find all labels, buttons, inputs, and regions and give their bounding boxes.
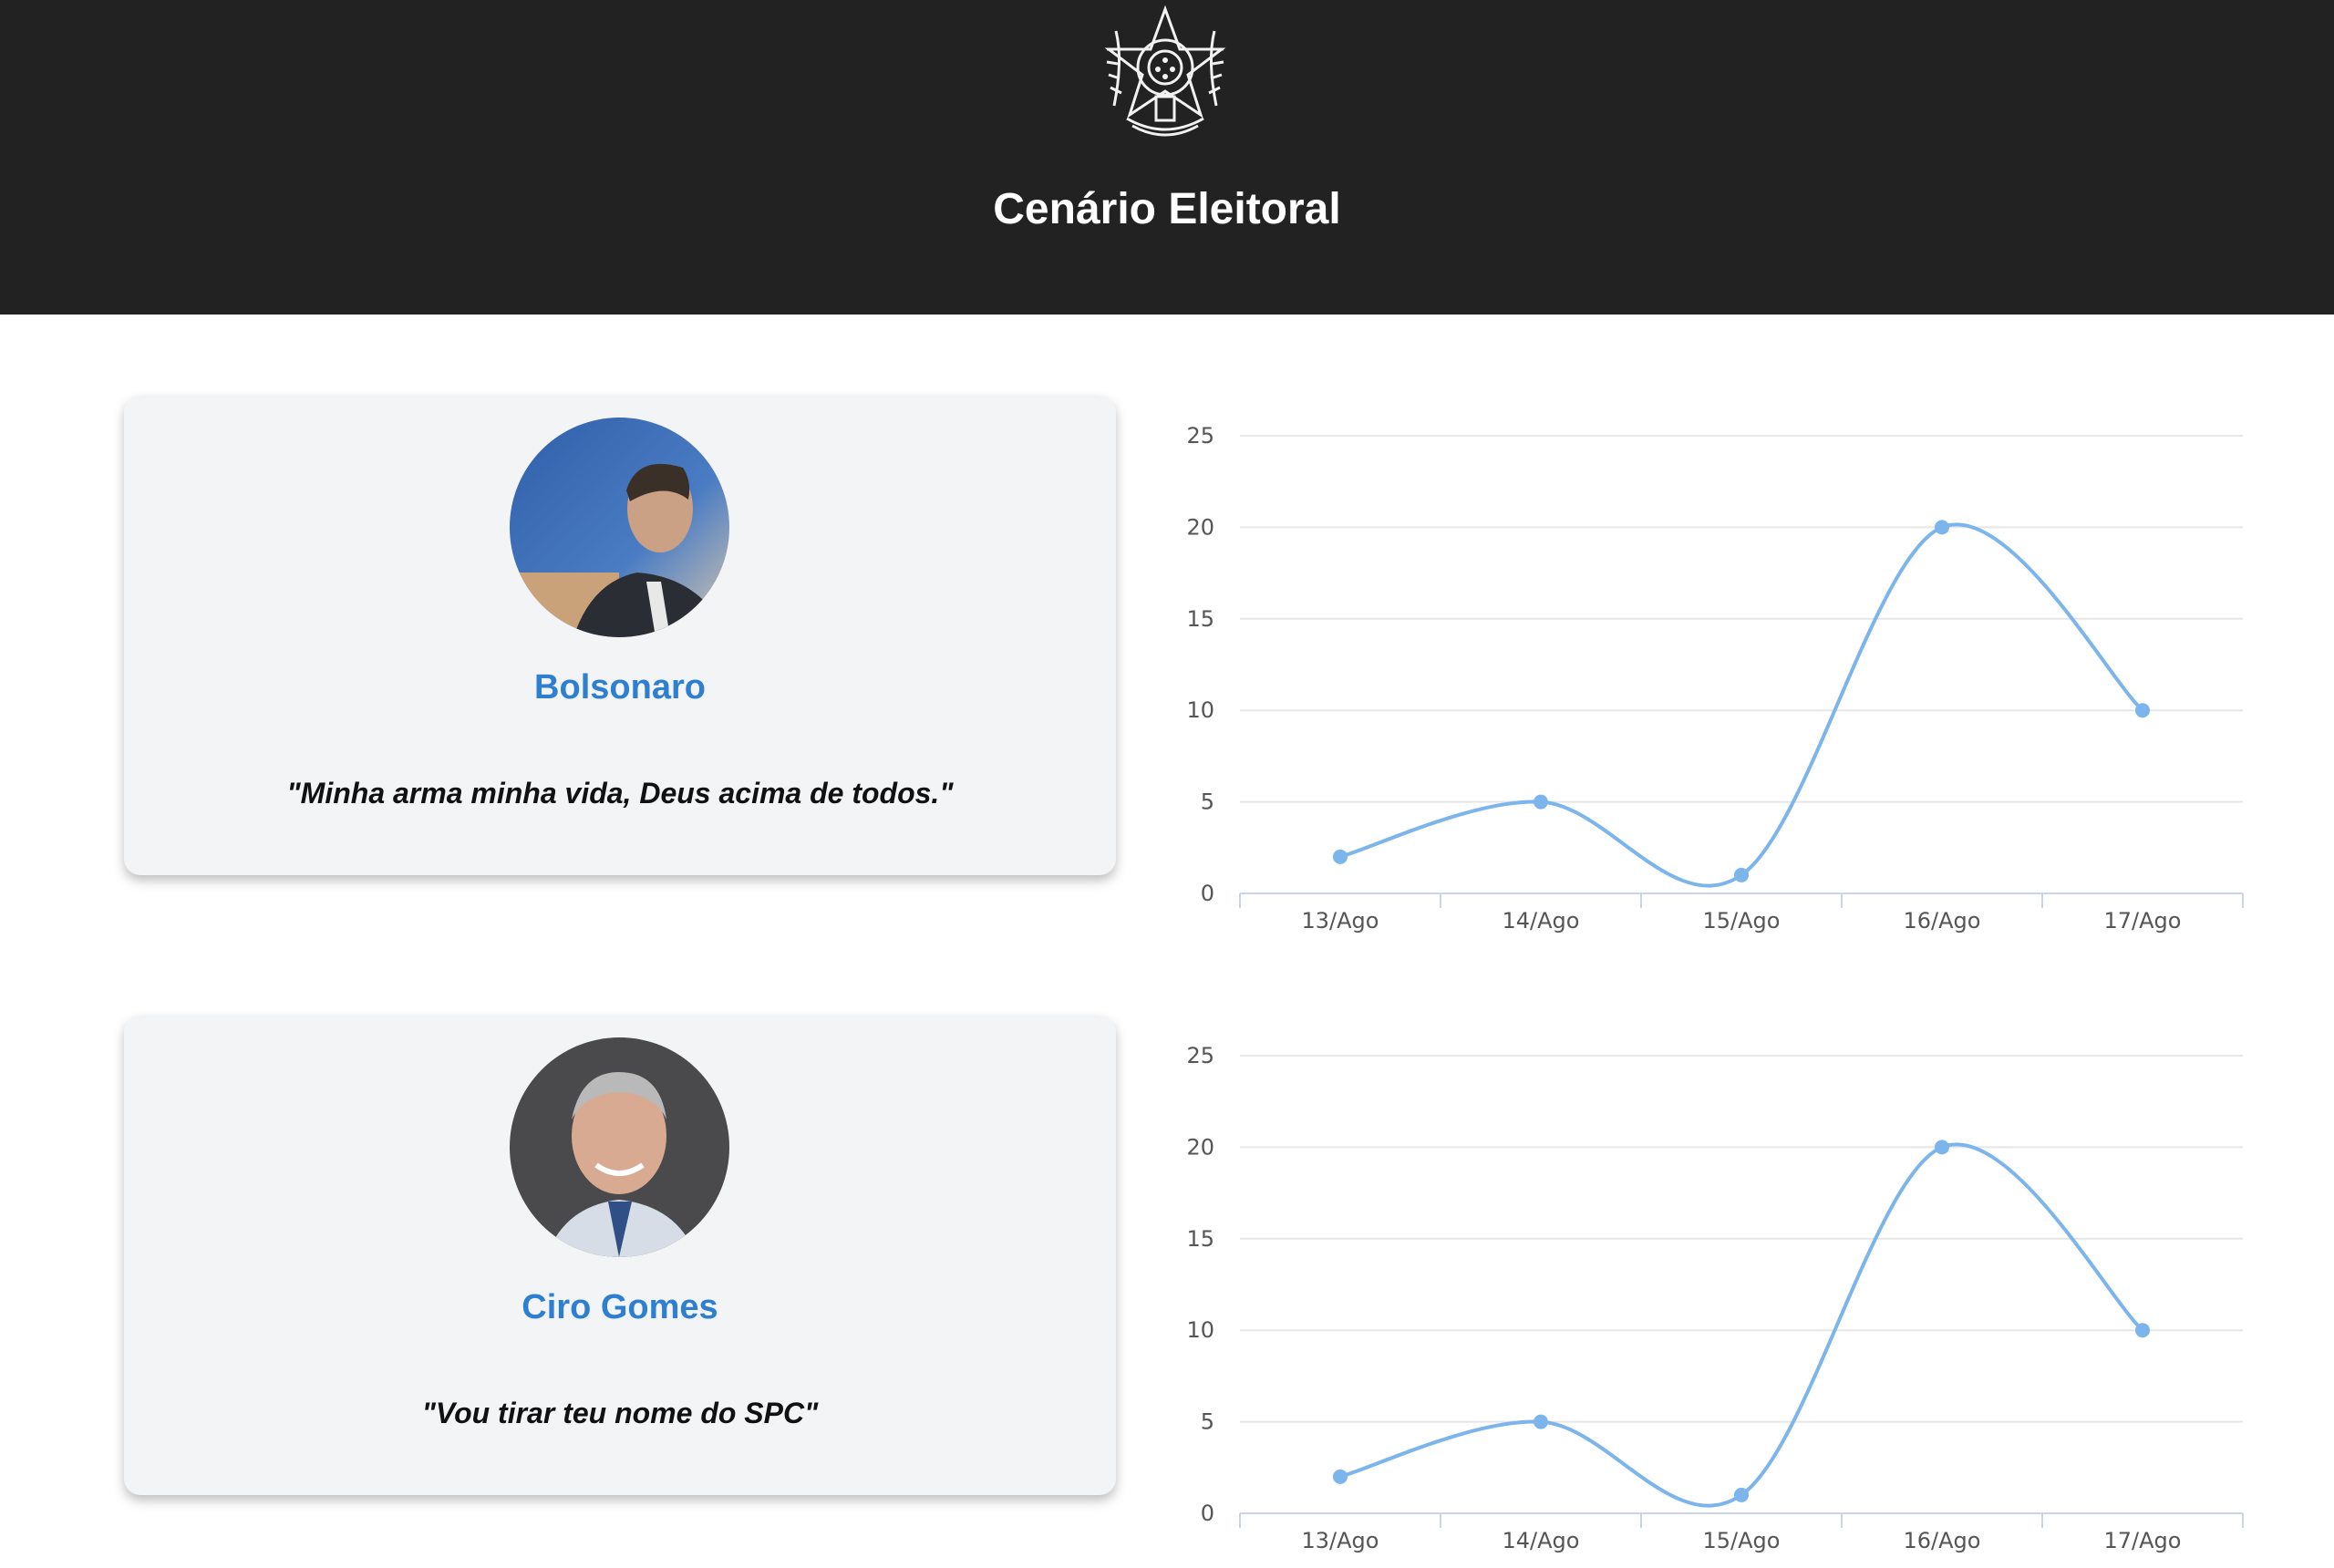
x-tick-label: 16/Ago (1904, 908, 1981, 934)
candidate-photo (510, 1037, 729, 1257)
y-tick-label: 0 (1201, 1501, 1214, 1526)
data-point (2135, 1323, 2150, 1338)
y-tick-label: 10 (1186, 1317, 1214, 1343)
page-title: Cenário Eleitoral (993, 185, 1341, 233)
candidate-card: Ciro Gomes "Vou tirar teu nome do SPC" (124, 1016, 1116, 1495)
x-tick-label: 17/Ago (2104, 1528, 2182, 1553)
header: Cenário Eleitoral (0, 0, 2334, 315)
x-tick-label: 13/Ago (1302, 908, 1379, 934)
x-tick-label: 14/Ago (1503, 908, 1580, 934)
data-point (1935, 520, 1949, 535)
data-point (1734, 1487, 1749, 1502)
x-tick-label: 16/Ago (1904, 1528, 1981, 1553)
y-tick-label: 20 (1186, 514, 1214, 540)
candidate-name[interactable]: Ciro Gomes (124, 1287, 1116, 1327)
y-tick-label: 5 (1201, 1409, 1214, 1435)
poll-line-chart: 0 5 10 15 20 25 13/Ago 14/Ago 15/Ago 16/Ago 17/Ago (1186, 1043, 2244, 1553)
candidate-avatar (510, 418, 729, 637)
candidate-photo (510, 418, 729, 637)
candidate-quote: "Vou tirar teu nome do SPC" (421, 1397, 819, 1429)
x-tick-label: 14/Ago (1503, 1528, 1580, 1553)
y-tick-label: 0 (1201, 881, 1214, 906)
poll-line-chart: 0 5 10 15 20 25 13/Ago 14/Ago 15/Ago 16/Ago 17/Ago (1186, 423, 2244, 934)
candidate-card: Bolsonaro "Minha arma minha vida, Deus a… (124, 396, 1116, 875)
brazil-coat-of-arms-icon (1104, 5, 1226, 137)
x-tick-label: 15/Ago (1703, 908, 1781, 934)
x-tick-label: 13/Ago (1302, 1528, 1379, 1553)
series-line (1339, 1142, 2144, 1508)
candidate-quote: "Minha arma minha vida, Deus acima de to… (286, 777, 954, 810)
candidate-name[interactable]: Bolsonaro (124, 667, 1116, 707)
y-tick-label: 20 (1186, 1134, 1214, 1160)
series-line (1339, 522, 2144, 888)
x-tick-label: 17/Ago (2104, 908, 2182, 934)
data-point (1935, 1140, 1949, 1155)
y-tick-label: 5 (1201, 789, 1214, 815)
data-point (1534, 1414, 1548, 1429)
data-point (1333, 1469, 1348, 1484)
y-tick-label: 25 (1186, 1043, 1214, 1068)
y-tick-label: 15 (1186, 606, 1214, 632)
y-tick-label: 25 (1186, 423, 1214, 449)
data-point (2135, 703, 2150, 718)
y-tick-label: 15 (1186, 1226, 1214, 1252)
data-point (1734, 867, 1749, 882)
y-tick-label: 10 (1186, 697, 1214, 723)
candidate-avatar (510, 1037, 729, 1257)
x-tick-label: 15/Ago (1703, 1528, 1781, 1553)
data-point (1534, 794, 1548, 810)
data-point (1333, 849, 1348, 864)
